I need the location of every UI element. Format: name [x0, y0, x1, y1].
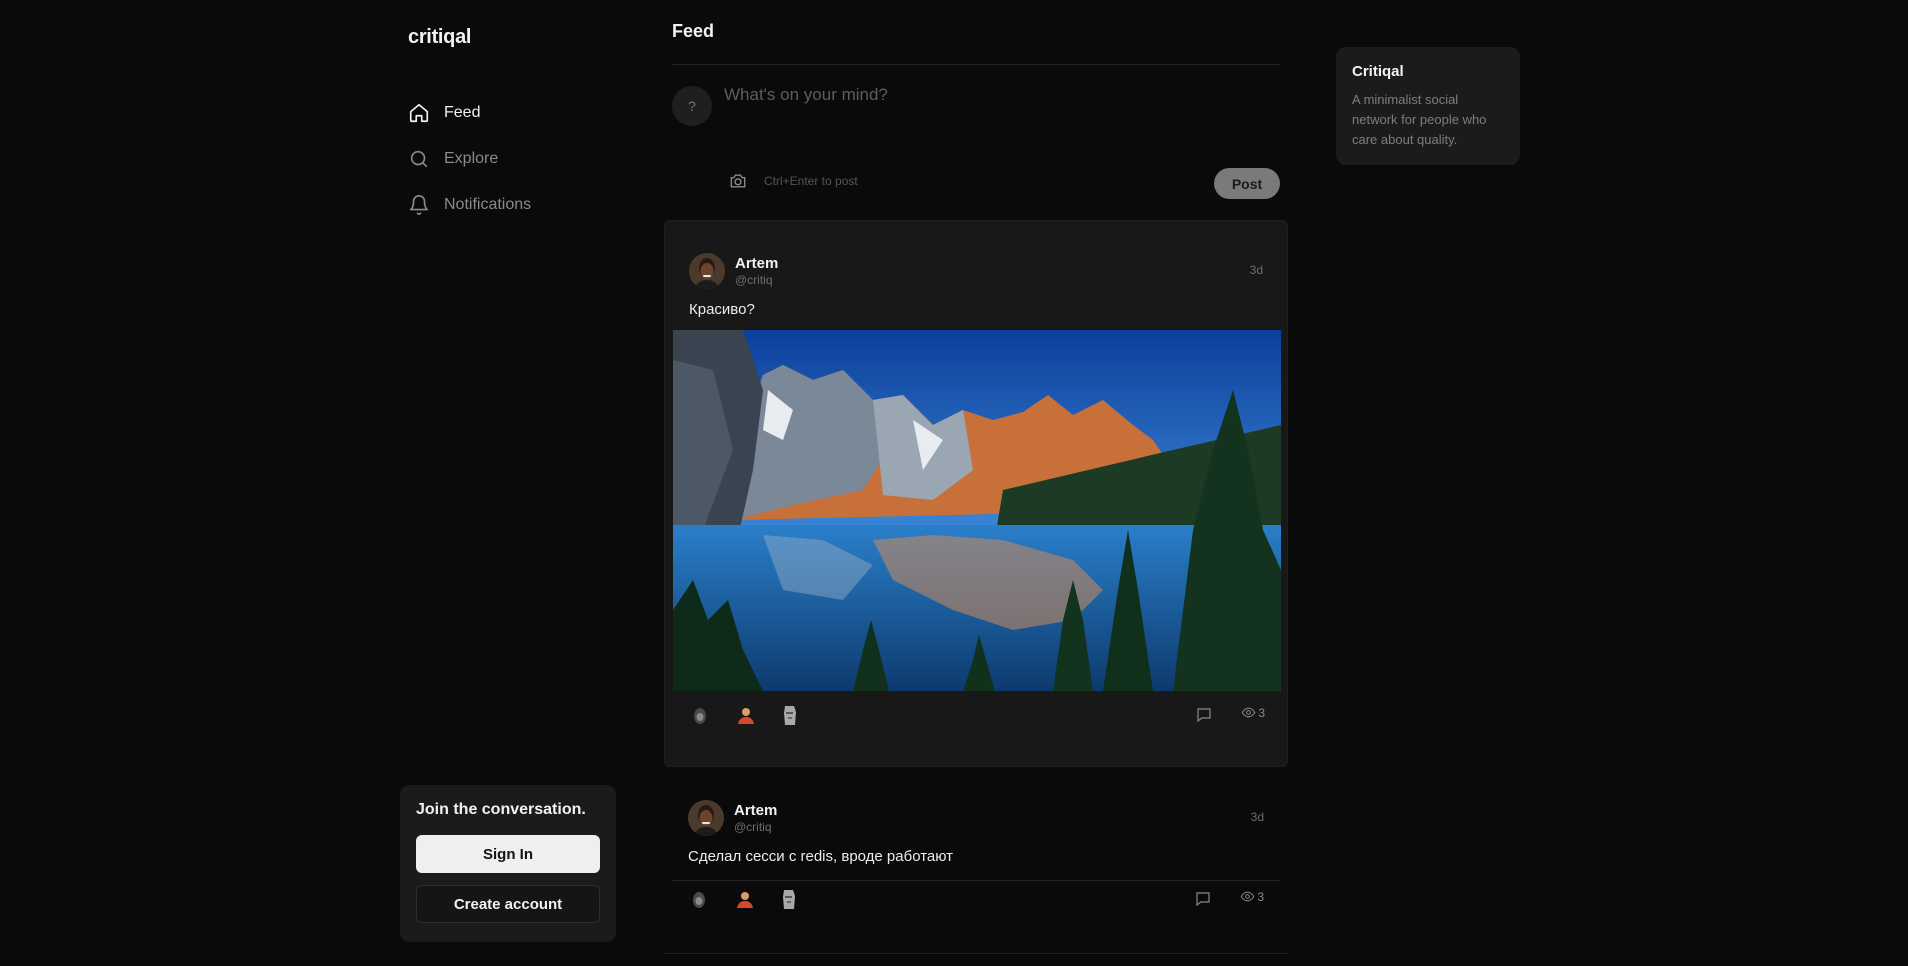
views-value: 3 — [1258, 705, 1265, 720]
bell-icon — [409, 195, 429, 216]
reaction-person-emoji[interactable] — [734, 888, 756, 910]
nav-item-label: Notifications — [444, 196, 532, 213]
comment-icon[interactable] — [1195, 706, 1213, 724]
post-timestamp: 3d — [1250, 810, 1264, 824]
eye-icon — [1240, 891, 1255, 902]
gorilla-emoji-icon — [694, 708, 706, 724]
feed-column: Feed ? Ctrl+Enter to post Post Artem @cr… — [664, 0, 1288, 966]
join-card: Join the conversation. Sign In Create ac… — [400, 785, 616, 942]
post-text: Сделал сесси с redis, вроде работают — [688, 848, 954, 865]
gorilla-emoji-icon — [693, 892, 705, 908]
post-actions: 3 — [689, 702, 1265, 730]
nav-item-feed[interactable]: Feed — [408, 90, 618, 136]
logo[interactable]: critiqal — [408, 26, 471, 49]
sign-in-button[interactable]: Sign In — [416, 835, 600, 873]
create-account-button[interactable]: Create account — [416, 885, 600, 923]
post-button[interactable]: Post — [1214, 168, 1280, 199]
feed-post[interactable]: Artem @critiq 3d Красиво? 3 — [664, 220, 1288, 767]
nav-item-explore[interactable]: Explore — [408, 136, 618, 182]
join-title: Join the conversation. — [416, 801, 586, 818]
post-text: Красиво? — [689, 301, 755, 318]
feed-post[interactable]: Artem @critiq 3d Сделал сесси с redis, в… — [664, 768, 1288, 954]
eye-icon — [1241, 707, 1256, 718]
search-icon — [410, 150, 428, 168]
reaction-gorilla-emoji[interactable] — [688, 888, 710, 910]
author-handle[interactable]: @critiq — [735, 273, 773, 287]
reaction-gorilla-emoji[interactable] — [689, 704, 711, 726]
post-image[interactable] — [673, 330, 1281, 691]
views-count: 3 — [1241, 705, 1265, 720]
about-card: Critiqal A minimalist social network for… — [1336, 47, 1520, 165]
main-nav: Feed Explore Notifications — [408, 90, 618, 228]
post-divider — [672, 880, 1280, 881]
home-icon — [409, 103, 429, 123]
author-name[interactable]: Artem — [734, 802, 777, 819]
nav-item-label: Explore — [444, 150, 499, 167]
user-avatar-icon — [688, 800, 724, 836]
views-value: 3 — [1257, 889, 1264, 904]
camera-icon[interactable] — [728, 171, 748, 191]
mountain-lake-photo — [673, 330, 1281, 691]
avatar: ? — [672, 86, 712, 126]
person-emoji-icon — [737, 892, 753, 908]
app-root: critiqal Feed Explore Notifications Join… — [0, 0, 1908, 966]
about-title: Critiqal — [1352, 63, 1404, 80]
avatar[interactable] — [688, 800, 724, 836]
post-actions: 3 — [688, 886, 1264, 914]
page-title: Feed — [672, 21, 715, 41]
post-timestamp: 3d — [1249, 263, 1263, 277]
author-handle[interactable]: @critiq — [734, 820, 772, 834]
person-emoji-icon — [738, 708, 754, 724]
user-avatar-icon — [689, 253, 725, 289]
nav-item-notifications[interactable]: Notifications — [408, 182, 618, 228]
comment-icon[interactable] — [1194, 890, 1212, 908]
moai-emoji-icon — [784, 706, 796, 725]
reaction-moai-emoji[interactable] — [779, 704, 801, 726]
compose-input[interactable] — [724, 85, 1264, 145]
avatar[interactable] — [689, 253, 725, 289]
nav-item-label: Feed — [444, 104, 481, 121]
compose-hint: Ctrl+Enter to post — [764, 174, 858, 188]
reaction-person-emoji[interactable] — [735, 704, 757, 726]
post-composer: ? Ctrl+Enter to post Post — [672, 65, 1280, 219]
views-count: 3 — [1240, 889, 1264, 904]
moai-emoji-icon — [783, 890, 795, 909]
author-name[interactable]: Artem — [735, 255, 778, 272]
about-description: A minimalist social network for people w… — [1352, 92, 1487, 147]
left-sidebar: critiqal Feed Explore Notifications Join… — [400, 0, 630, 966]
reaction-moai-emoji[interactable] — [778, 888, 800, 910]
